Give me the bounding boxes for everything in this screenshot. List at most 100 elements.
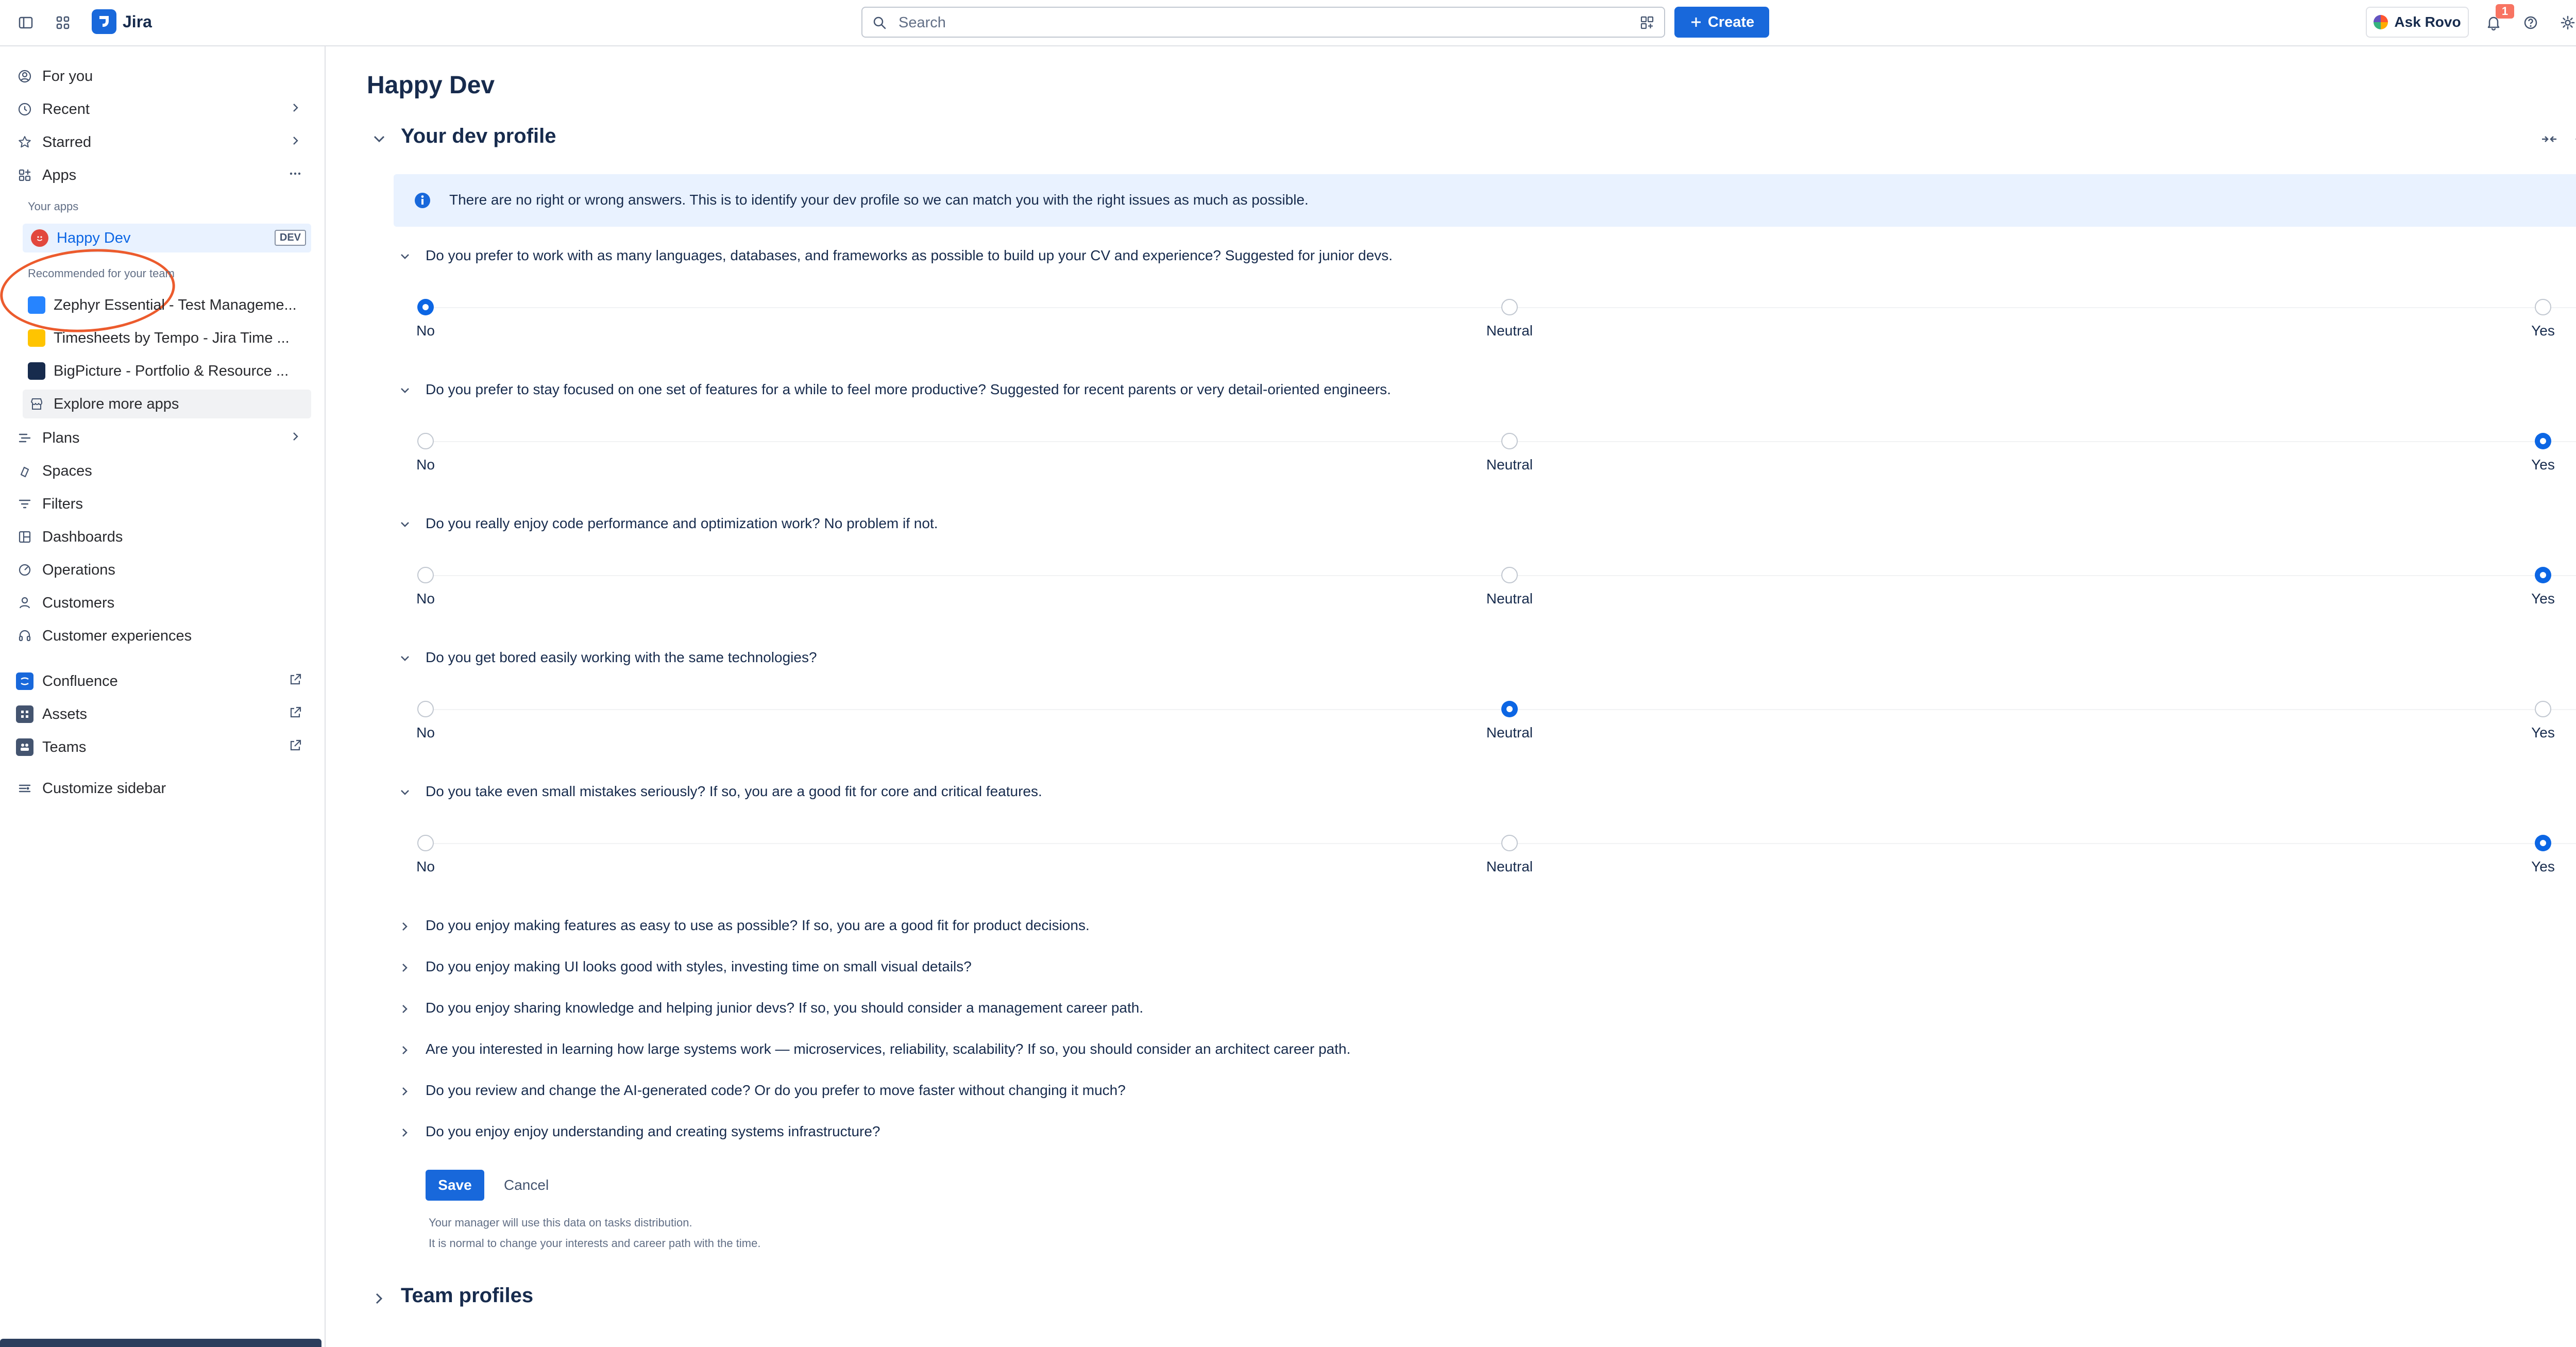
sidebar-item-starred[interactable]: Starred [14, 128, 311, 157]
chevron-right-icon[interactable] [397, 1001, 413, 1017]
answer-option-no[interactable]: No [389, 299, 462, 339]
sidebar-item-label: Plans [42, 429, 80, 446]
answer-option-no[interactable]: No [389, 701, 462, 741]
radio-no[interactable] [417, 567, 434, 583]
answer-option-neutral[interactable]: Neutral [1473, 433, 1546, 473]
radio-neutral[interactable] [1501, 835, 1518, 851]
sidebar-item-bigpicture[interactable]: BigPicture - Portfolio & Resource ... [23, 357, 311, 385]
question-text: Do you enjoy enjoy understanding and cre… [426, 1123, 880, 1139]
sidebar-item-plans[interactable]: Plans [14, 424, 311, 452]
sidebar-item-zephyr[interactable]: Zephyr Essential - Test Manageme... [23, 291, 311, 319]
radio-no[interactable] [417, 835, 434, 851]
answer-option-no[interactable]: No [389, 433, 462, 473]
chevron-right-icon[interactable] [397, 1042, 413, 1058]
jira-logo-icon[interactable] [92, 9, 116, 34]
radio-yes[interactable] [2535, 433, 2551, 449]
radio-neutral[interactable] [1501, 701, 1518, 717]
answer-option-neutral[interactable]: Neutral [1473, 701, 1546, 741]
sidebar-item-label: Spaces [42, 462, 92, 479]
question-text: Do you prefer to work with as many langu… [426, 247, 1393, 263]
answer-option-no[interactable]: No [389, 835, 462, 875]
sidebar-item-dashboards[interactable]: Dashboards [14, 523, 311, 551]
more-options-icon[interactable] [2572, 129, 2576, 149]
search-input[interactable]: Search [861, 7, 1665, 38]
explore-more-apps-button[interactable]: Explore more apps [23, 390, 311, 418]
chevron-right-icon[interactable] [397, 959, 413, 976]
sidebar-item-customer-experiences[interactable]: Customer experiences [14, 621, 311, 650]
sidebar-item-confluence[interactable]: Confluence [14, 667, 311, 696]
answer-option-yes[interactable]: Yes [2507, 701, 2576, 741]
answer-option-neutral[interactable]: Neutral [1473, 835, 1546, 875]
sidebar-item-teams[interactable]: Teams [14, 733, 311, 762]
chevron-right-icon[interactable] [397, 918, 413, 935]
tempo-app-icon [28, 329, 45, 347]
help-icon[interactable] [2519, 11, 2542, 34]
radio-neutral[interactable] [1501, 567, 1518, 583]
sidebar-item-assets[interactable]: Assets [14, 700, 311, 729]
radio-no[interactable] [417, 701, 434, 717]
chevron-down-icon[interactable] [397, 784, 413, 801]
team-profiles-section-title[interactable]: Team profiles [401, 1284, 533, 1307]
helper-text: It is normal to change your interests an… [429, 1237, 761, 1250]
create-button[interactable]: Create [1674, 7, 1769, 38]
sidebar-item-customize[interactable]: Customize sidebar [14, 774, 311, 803]
radio-yes[interactable] [2535, 701, 2551, 717]
ask-rovo-button[interactable]: Ask Rovo [2366, 7, 2469, 38]
teams-icon [16, 738, 33, 756]
chevron-right-icon[interactable] [287, 133, 303, 148]
plans-icon [14, 428, 35, 448]
cancel-button[interactable]: Cancel [504, 1170, 566, 1201]
chevron-right-icon[interactable] [397, 1083, 413, 1100]
chevron-down-icon[interactable] [397, 650, 413, 667]
helper-text: Your manager will use this data on tasks… [429, 1216, 692, 1229]
save-button[interactable]: Save [426, 1170, 484, 1201]
radio-no[interactable] [417, 299, 434, 315]
chevron-down-icon[interactable] [397, 248, 413, 265]
question-text: Do you enjoy making features as easy to … [426, 917, 1090, 933]
answer-option-neutral[interactable]: Neutral [1473, 299, 1546, 339]
app-switcher-icon[interactable] [52, 11, 74, 34]
answer-option-yes[interactable]: Yes [2507, 299, 2576, 339]
dev-profile-section-title[interactable]: Your dev profile [401, 125, 556, 148]
answer-option-yes[interactable]: Yes [2507, 433, 2576, 473]
sidebar-toggle-icon[interactable] [14, 11, 37, 34]
chevron-down-icon[interactable] [369, 129, 389, 149]
sidebar-item-customers[interactable]: Customers [14, 588, 311, 617]
chevron-right-icon[interactable] [369, 1288, 389, 1309]
chevron-right-icon[interactable] [397, 1124, 413, 1141]
answer-option-neutral[interactable]: Neutral [1473, 567, 1546, 607]
sidebar-item-operations[interactable]: Operations [14, 555, 311, 584]
sidebar-item-filters[interactable]: Filters [14, 490, 311, 518]
answer-option-yes[interactable]: Yes [2507, 835, 2576, 875]
radio-neutral[interactable] [1501, 299, 1518, 315]
dev-badge: DEV [274, 230, 306, 246]
sidebar-item-recent[interactable]: Recent [14, 95, 311, 124]
search-filter-icon[interactable] [1639, 15, 1655, 30]
answer-option-no[interactable]: No [389, 567, 462, 607]
answer-option-yes[interactable]: Yes [2507, 567, 2576, 607]
info-icon [412, 190, 433, 211]
sidebar-item-timesheets[interactable]: Timesheets by Tempo - Jira Time ... [23, 324, 311, 352]
sidebar-item-spaces[interactable]: Spaces [14, 457, 311, 485]
radio-neutral[interactable] [1501, 433, 1518, 449]
settings-gear-icon[interactable] [2556, 11, 2576, 34]
chevron-right-icon[interactable] [287, 100, 303, 115]
radio-yes[interactable] [2535, 299, 2551, 315]
person-icon [14, 593, 35, 613]
more-options-icon[interactable] [287, 166, 303, 181]
radio-no[interactable] [417, 433, 434, 449]
option-label: No [416, 323, 435, 339]
collapse-icon[interactable] [2539, 129, 2560, 149]
search-icon [872, 15, 887, 30]
radio-yes[interactable] [2535, 835, 2551, 851]
chevron-right-icon[interactable] [287, 429, 303, 444]
sidebar-item-happy-dev[interactable]: Happy Dev DEV [23, 224, 311, 252]
sidebar-item-apps[interactable]: Apps [14, 161, 311, 190]
sidebar-item-label: For you [42, 68, 93, 85]
sidebar-item-for-you[interactable]: For you [14, 62, 311, 91]
radio-yes[interactable] [2535, 567, 2551, 583]
app-name[interactable]: Jira [123, 12, 152, 31]
chevron-down-icon[interactable] [397, 516, 413, 533]
rovo-icon [2374, 15, 2388, 29]
chevron-down-icon[interactable] [397, 382, 413, 399]
